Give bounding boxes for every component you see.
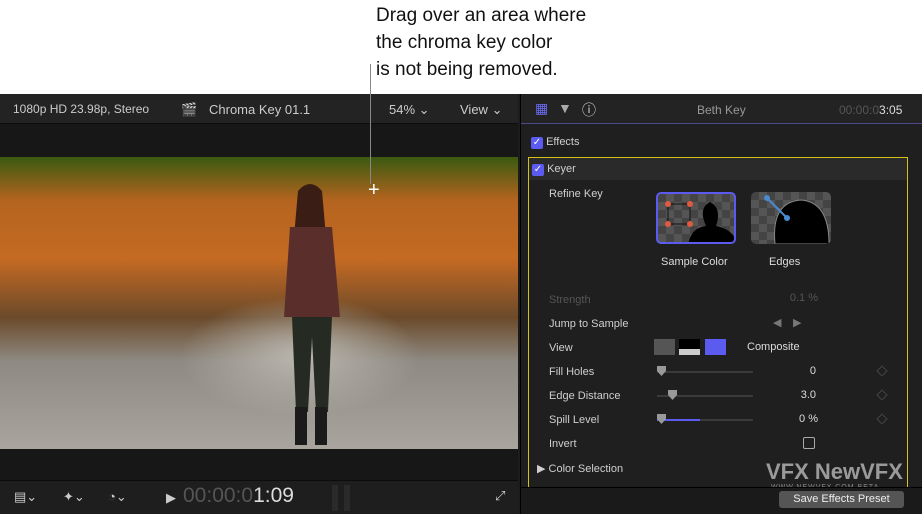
- edges-icon: [764, 195, 830, 244]
- inspector-timecode: 00:00:03:05: [839, 103, 903, 117]
- sample-color-button[interactable]: [656, 192, 736, 244]
- inspector-header: ▦ ▼ ⓘ Beth Key 00:00:03:05: [521, 94, 922, 124]
- spill-level-value[interactable]: 0 %: [768, 413, 818, 425]
- color-selection-disclosure[interactable]: ▶ Color Selection: [537, 462, 623, 475]
- previous-sample-icon[interactable]: ◀: [773, 316, 781, 329]
- fill-holes-value[interactable]: 0: [766, 365, 816, 377]
- invert-label: Invert: [549, 438, 577, 450]
- final-cut-window: 1080p HD 23.98p, Stereo 🎬 Chroma Key 01.…: [0, 94, 922, 515]
- video-frame[interactable]: +: [0, 157, 518, 449]
- play-icon[interactable]: ▶: [166, 490, 176, 506]
- edge-distance-value[interactable]: 3.0: [766, 389, 816, 401]
- callout-text: Drag over an area where the chroma key c…: [376, 5, 587, 80]
- viewer-footer: ▤⌄ ✦⌄ ◔⌄ ▶ 00:00:01:09 ⤢: [0, 480, 518, 514]
- person-figure: [284, 184, 340, 445]
- keyer-toggle[interactable]: ✓ Keyer: [532, 163, 576, 176]
- info-inspector-tab-icon[interactable]: ⓘ: [582, 100, 596, 120]
- zoom-menu[interactable]: 54% ⌄: [389, 102, 430, 118]
- speed-gauge-icon[interactable]: ◔⌄: [108, 489, 127, 505]
- effects-toggle[interactable]: ✓ Effects: [531, 136, 580, 149]
- invert-checkbox[interactable]: [803, 437, 815, 449]
- jump-to-sample-label: Jump to Sample: [549, 318, 629, 330]
- spill-level-label: Spill Level: [549, 414, 600, 426]
- callout-leader-line: [370, 64, 371, 184]
- effects-checkbox[interactable]: ✓: [531, 137, 543, 149]
- view-source-button[interactable]: [654, 339, 675, 355]
- clip-name: Chroma Key 01.1: [209, 102, 311, 117]
- viewer: 1080p HD 23.98p, Stereo 🎬 Chroma Key 01.…: [0, 94, 518, 514]
- spill-level-slider[interactable]: [657, 414, 753, 424]
- viewer-timecode: 00:00:01:09: [183, 484, 294, 507]
- keyer-header: [529, 158, 907, 180]
- inspector: ▦ ▼ ⓘ Beth Key 00:00:03:05 ✓ Effects ✓ K…: [520, 94, 922, 515]
- view-menu[interactable]: View ⌄: [460, 102, 502, 118]
- view-matte-button[interactable]: [679, 339, 700, 355]
- edges-button[interactable]: [751, 192, 831, 244]
- video-inspector-tab-icon[interactable]: ▦: [535, 100, 548, 117]
- keyer-checkbox[interactable]: ✓: [532, 164, 544, 176]
- fill-holes-slider[interactable]: [657, 366, 753, 376]
- fullscreen-icon[interactable]: ⤢: [495, 488, 505, 504]
- save-effects-preset-button[interactable]: Save Effects Preset: [779, 491, 904, 508]
- inspector-title: Beth Key: [697, 103, 746, 117]
- enhance-wand-icon[interactable]: ✦⌄: [63, 489, 85, 505]
- strength-value: 0.1 %: [789, 292, 818, 304]
- sample-color-icon: [665, 201, 734, 242]
- edge-distance-label: Edge Distance: [549, 390, 621, 402]
- clip-appearance-icon[interactable]: ▤⌄: [14, 489, 37, 505]
- inspector-footer: Save Effects Preset: [521, 487, 922, 514]
- color-inspector-tab-icon[interactable]: ▼: [558, 100, 572, 116]
- viewer-header: 1080p HD 23.98p, Stereo 🎬 Chroma Key 01.…: [0, 94, 518, 124]
- sample-color-label: Sample Color: [661, 256, 728, 268]
- view-mode-value: Composite: [747, 341, 800, 353]
- next-sample-icon[interactable]: ▶: [793, 316, 801, 329]
- edge-distance-slider[interactable]: [657, 390, 753, 400]
- format-label: 1080p HD 23.98p, Stereo: [13, 102, 150, 116]
- audio-meter-right: [344, 485, 350, 511]
- refine-key-label: Refine Key: [549, 188, 603, 200]
- clapper-icon: 🎬: [181, 102, 198, 117]
- view-composite-button[interactable]: [705, 339, 726, 355]
- edges-label: Edges: [769, 256, 801, 268]
- audio-meter-left: [332, 485, 338, 511]
- strength-label: Strength: [549, 294, 591, 306]
- view-label: View: [549, 342, 573, 354]
- fill-holes-label: Fill Holes: [549, 366, 595, 378]
